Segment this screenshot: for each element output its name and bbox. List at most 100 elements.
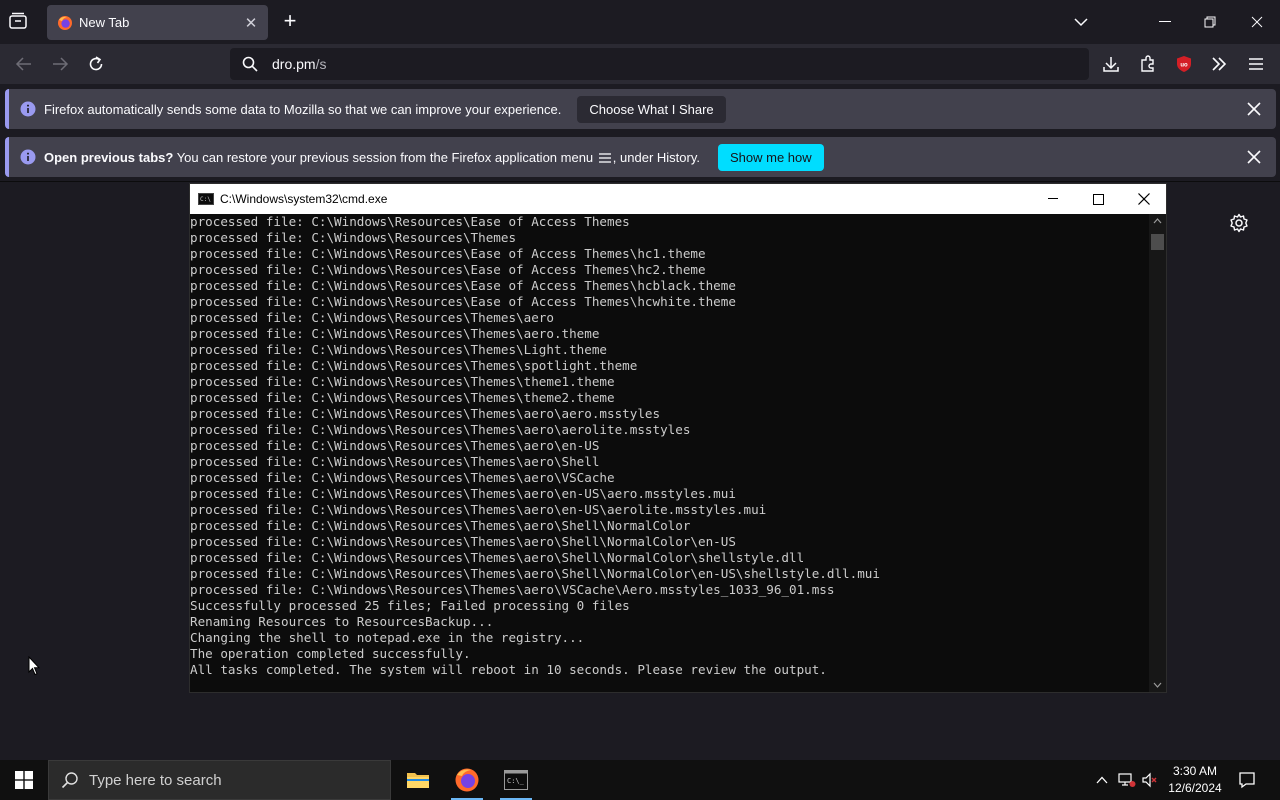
notification-close-icon[interactable] [1244,147,1264,167]
window-close-icon[interactable] [1247,12,1267,32]
tab-new-tab[interactable]: New Tab ✕ [47,5,268,40]
firefox-taskbar-button[interactable] [443,760,491,800]
choose-what-i-share-button[interactable]: Choose What I Share [577,95,726,123]
telemetry-notification: Firefox automatically sends some data to… [5,89,1276,129]
back-arrow-icon [15,57,31,71]
cmd-minimize-icon[interactable] [1030,184,1076,214]
cmd-output-line: processed file: C:\Windows\Resources\Eas… [190,246,706,261]
volume-icon[interactable] [1140,760,1160,800]
show-hidden-icons-chevron-icon[interactable] [1093,760,1111,800]
cmd-output-line: processed file: C:\Windows\Resources\The… [190,342,608,357]
network-icon[interactable] [1117,760,1137,800]
cmd-output-line: Renaming Resources to ResourcesBackup... [190,614,494,629]
svg-text:C:\_: C:\_ [507,777,525,785]
tab-overflow-chevron-icon[interactable] [1071,12,1091,32]
cmd-output-line: processed file: C:\Windows\Resources\The… [190,230,517,245]
mouse-cursor-icon [28,656,40,676]
cmd-output-line: processed file: C:\Windows\Resources\The… [190,422,691,437]
notification-center-icon[interactable] [1236,760,1258,800]
cmd-output-line: processed file: C:\Windows\Resources\Eas… [190,278,736,293]
ublock-shield-icon: uo [1177,56,1191,72]
url-bar[interactable]: dro.pm/s [230,48,1089,80]
taskbar-search[interactable]: Type here to search [48,760,391,800]
clock-date: 12/6/2024 [1168,781,1222,795]
gear-icon[interactable] [1229,213,1249,233]
windows-logo-icon [15,771,33,789]
cmd-output-line: processed file: C:\Windows\Resources\The… [190,374,615,389]
cmd-output-line: processed file: C:\Windows\Resources\The… [190,390,615,405]
cmd-output-line: Changing the shell to notepad.exe in the… [190,630,585,645]
tab-list-icon[interactable] [8,12,30,32]
cmd-output-line: processed file: C:\Windows\Resources\The… [190,486,736,501]
scroll-thumb[interactable] [1151,234,1164,250]
tab-title: New Tab [79,15,130,30]
downloads-button[interactable] [1099,52,1123,76]
cmd-output-line: processed file: C:\Windows\Resources\The… [190,358,638,373]
forward-arrow-icon [53,57,69,71]
back-button[interactable] [12,52,36,76]
cmd-output-line: processed file: C:\Windows\Resources\The… [190,534,736,549]
cmd-maximize-icon[interactable] [1075,184,1121,214]
cmd-output-line: processed file: C:\Windows\Resources\Eas… [190,214,630,229]
scroll-down-icon[interactable] [1153,682,1162,688]
hamburger-icon [598,153,611,163]
ublock-button[interactable]: uo [1172,52,1196,76]
tab-bar: New Tab ✕ + [0,0,1280,44]
reload-icon [89,56,103,71]
cmd-output[interactable]: processed file: C:\Windows\Resources\Eas… [190,214,1150,692]
url-path: /s [315,56,327,72]
folder-icon [407,773,429,788]
firefox-icon [58,15,72,30]
cmd-scrollbar[interactable] [1149,214,1166,692]
restore-icon[interactable] [1200,12,1220,32]
puzzle-icon [1141,55,1154,72]
clock[interactable]: 3:30 AM 12/6/2024 [1164,763,1226,797]
info-icon [20,149,36,165]
cmd-window[interactable]: C:\ C:\Windows\system32\cmd.exe processe… [189,183,1167,693]
nav-bar: dro.pm/s uo [0,44,1280,84]
cmd-output-line: processed file: C:\Windows\Resources\The… [190,326,600,341]
info-icon [20,101,36,117]
double-chevron-icon [1212,57,1227,71]
svg-text:uo: uo [1180,63,1188,69]
cmd-icon: C:\ [198,193,214,205]
cmd-output-line: processed file: C:\Windows\Resources\The… [190,406,661,421]
svg-text:C:\: C:\ [200,196,211,203]
scroll-up-icon[interactable] [1153,218,1162,224]
cmd-taskbar-button[interactable]: C:\_ [492,760,540,800]
cmd-output-line: processed file: C:\Windows\Resources\The… [190,502,767,517]
cmd-output-line: All tasks completed. The system will reb… [190,662,827,677]
search-placeholder: Type here to search [89,771,222,789]
close-tab-icon[interactable]: ✕ [240,12,262,34]
start-button[interactable] [0,760,48,800]
forward-button[interactable] [48,52,72,76]
notification-text: You can restore your previous session fr… [176,149,594,165]
app-menu-button[interactable] [1244,52,1268,76]
taskbar: Type here to search C:\_ 3:30 AM 12/6/20… [0,760,1280,800]
search-icon [242,56,258,72]
cmd-title: C:\Windows\system32\cmd.exe [220,192,388,206]
notification-message: Firefox automatically sends some data to… [44,101,562,117]
download-icon [1103,57,1119,72]
reload-button[interactable] [84,52,108,76]
cmd-title-bar[interactable]: C:\ C:\Windows\system32\cmd.exe [190,184,1166,214]
cmd-output-line: The operation completed successfully. [190,646,471,661]
new-tab-button[interactable]: + [279,10,301,33]
notification-close-icon[interactable] [1244,99,1264,119]
cmd-output-line: processed file: C:\Windows\Resources\Eas… [190,262,706,277]
cmd-output-line: processed file: C:\Windows\Resources\The… [190,550,805,565]
hamburger-icon [1249,58,1263,70]
overflow-menu-button[interactable] [1207,52,1231,76]
url-host: dro.pm [272,56,316,72]
extensions-button[interactable] [1136,52,1160,76]
cmd-output-line: processed file: C:\Windows\Resources\Eas… [190,294,736,309]
file-explorer-button[interactable] [394,760,442,800]
minimize-icon[interactable] [1155,12,1175,32]
cmd-icon: C:\_ [504,770,528,790]
cmd-output-line: processed file: C:\Windows\Resources\The… [190,470,615,485]
search-icon [61,772,78,789]
cmd-output-line: processed file: C:\Windows\Resources\The… [190,454,600,469]
show-me-how-button[interactable]: Show me how [717,143,824,171]
cmd-output-line: processed file: C:\Windows\Resources\The… [190,438,600,453]
cmd-close-icon[interactable] [1121,184,1167,214]
